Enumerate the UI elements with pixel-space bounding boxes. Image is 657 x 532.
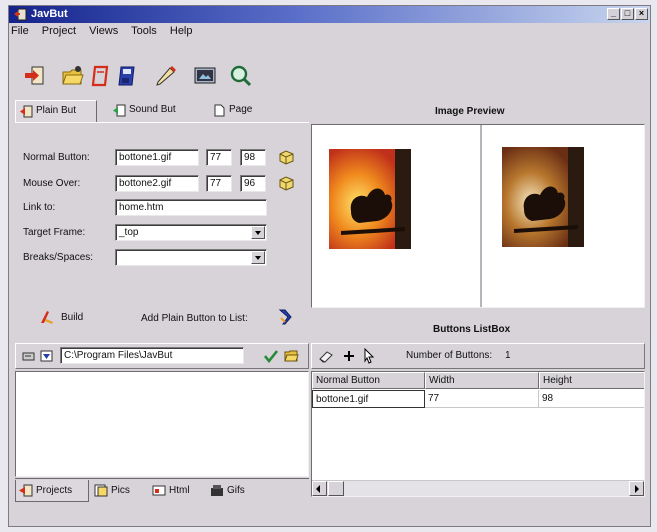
- tab-html-label: Html: [169, 485, 190, 496]
- app-window: JavBut _ □ × File Project Views Tools He…: [8, 5, 651, 527]
- normal-button-preview-image: [329, 149, 411, 249]
- tab-html[interactable]: Html: [149, 480, 205, 502]
- scroll-right-button[interactable]: [629, 481, 644, 496]
- tab-pics[interactable]: Pics: [91, 480, 147, 502]
- new-icon[interactable]: [89, 64, 113, 88]
- drive-icon[interactable]: [22, 350, 35, 362]
- projects-icon: [19, 484, 33, 497]
- gifs-icon: [211, 485, 223, 496]
- table-row-cell-height[interactable]: 98: [539, 390, 644, 408]
- browse-normal-icon[interactable]: [279, 150, 294, 165]
- breaks-label: Breaks/Spaces:: [23, 252, 94, 263]
- target-frame-select[interactable]: _top: [115, 224, 267, 241]
- breaks-select[interactable]: [115, 249, 267, 266]
- preview-divider: [480, 125, 482, 307]
- close-button[interactable]: ×: [635, 8, 648, 20]
- exit-icon[interactable]: [23, 64, 47, 88]
- preview-icon[interactable]: [193, 64, 217, 88]
- chevron-down-icon[interactable]: [251, 226, 265, 239]
- button-count: 1: [505, 350, 511, 361]
- image-preview-heading: Image Preview: [435, 106, 505, 117]
- pointer-icon[interactable]: [362, 348, 376, 364]
- normal-button-width-field[interactable]: 77: [206, 149, 232, 166]
- build-label: Build: [61, 312, 84, 323]
- sound-button-icon: [113, 104, 126, 117]
- edit-icon[interactable]: [154, 64, 178, 88]
- checkmark-icon[interactable]: [264, 349, 278, 363]
- normal-button-label: Normal Button:: [23, 152, 90, 163]
- column-header-width[interactable]: Width: [425, 372, 539, 389]
- table-row-cell-normal-button[interactable]: bottone1.gif: [312, 390, 425, 408]
- eraser-icon[interactable]: [318, 349, 334, 363]
- plain-button-icon: [20, 105, 33, 118]
- normal-button-height-field[interactable]: 98: [240, 149, 266, 166]
- html-icon: [152, 485, 166, 496]
- tab-pics-label: Pics: [111, 485, 130, 496]
- add-to-list-icon[interactable]: [277, 308, 295, 326]
- menu-tools[interactable]: Tools: [131, 25, 157, 37]
- tab-page-label: Page: [229, 104, 253, 115]
- path-field[interactable]: C:\Program Files\JavBut: [60, 347, 244, 364]
- link-to-field[interactable]: home.htm: [115, 199, 267, 216]
- menu-project[interactable]: Project: [42, 25, 76, 37]
- column-header-height[interactable]: Height: [539, 372, 644, 389]
- image-preview-panel: [311, 124, 645, 308]
- mouse-over-preview-image: [502, 147, 584, 247]
- mouse-over-label: Mouse Over:: [23, 178, 81, 189]
- arrow-right-icon: [635, 485, 639, 493]
- open-icon[interactable]: [61, 64, 85, 88]
- app-icon: [14, 8, 27, 21]
- menu-views[interactable]: Views: [89, 25, 118, 37]
- buttons-listbox-heading: Buttons ListBox: [433, 324, 511, 335]
- tab-gifs[interactable]: Gifs: [207, 480, 261, 502]
- horizontal-scrollbar[interactable]: [312, 480, 644, 496]
- scroll-left-button[interactable]: [312, 481, 327, 496]
- mouse-over-height-field[interactable]: 96: [240, 175, 266, 192]
- column-header-normal-button[interactable]: Normal Button: [312, 372, 425, 389]
- plus-icon[interactable]: [342, 349, 356, 363]
- mouse-over-file-field[interactable]: bottone2.gif: [115, 175, 199, 192]
- maximize-button[interactable]: □: [621, 8, 634, 20]
- tab-gifs-label: Gifs: [227, 485, 245, 496]
- tab-plain-but-label: Plain But: [36, 105, 77, 116]
- browse-mouse-over-icon[interactable]: [279, 176, 294, 191]
- title-bar[interactable]: JavBut _ □ ×: [9, 6, 650, 23]
- minimize-button[interactable]: _: [607, 8, 620, 20]
- target-frame-value: _top: [119, 227, 139, 238]
- project-files-list[interactable]: [15, 371, 309, 477]
- target-frame-label: Target Frame:: [23, 227, 86, 238]
- menu-help[interactable]: Help: [170, 25, 193, 37]
- scroll-thumb[interactable]: [328, 481, 344, 496]
- path-toolbar: C:\Program Files\JavBut: [15, 343, 309, 369]
- pics-icon: [94, 484, 108, 497]
- normal-button-file-field[interactable]: bottone1.gif: [115, 149, 199, 166]
- link-to-label: Link to:: [23, 202, 56, 213]
- build-icon: [41, 311, 53, 324]
- arrow-left-icon: [316, 485, 320, 493]
- page-icon: [214, 104, 225, 117]
- tab-page[interactable]: Page: [209, 100, 275, 122]
- add-plain-button-label: Add Plain Button to List:: [141, 313, 248, 324]
- buttons-grid: Normal Button Width Height bottone1.gif …: [311, 371, 645, 497]
- folder-view-icon[interactable]: [40, 350, 53, 362]
- window-title: JavBut: [31, 8, 68, 20]
- chevron-down-icon[interactable]: [251, 251, 265, 264]
- tab-projects[interactable]: Projects: [15, 480, 89, 502]
- tab-sound-but-label: Sound But: [129, 104, 176, 115]
- save-icon[interactable]: [115, 64, 139, 88]
- tab-sound-but[interactable]: Sound But: [109, 100, 199, 122]
- tab-divider: [15, 122, 309, 123]
- open-folder-icon[interactable]: [284, 349, 299, 363]
- table-row-cell-width[interactable]: 77: [425, 390, 539, 408]
- listbox-toolbar: Number of Buttons: 1: [311, 343, 645, 369]
- mouse-over-width-field[interactable]: 77: [206, 175, 232, 192]
- bottom-tab-line: [15, 478, 309, 479]
- button-count-label: Number of Buttons:: [406, 350, 493, 361]
- menu-bar: File Project Views Tools Help: [11, 25, 203, 41]
- tab-projects-label: Projects: [36, 485, 73, 496]
- tab-plain-but[interactable]: Plain But: [15, 100, 97, 122]
- menu-file[interactable]: File: [11, 25, 29, 37]
- search-icon[interactable]: [229, 64, 253, 88]
